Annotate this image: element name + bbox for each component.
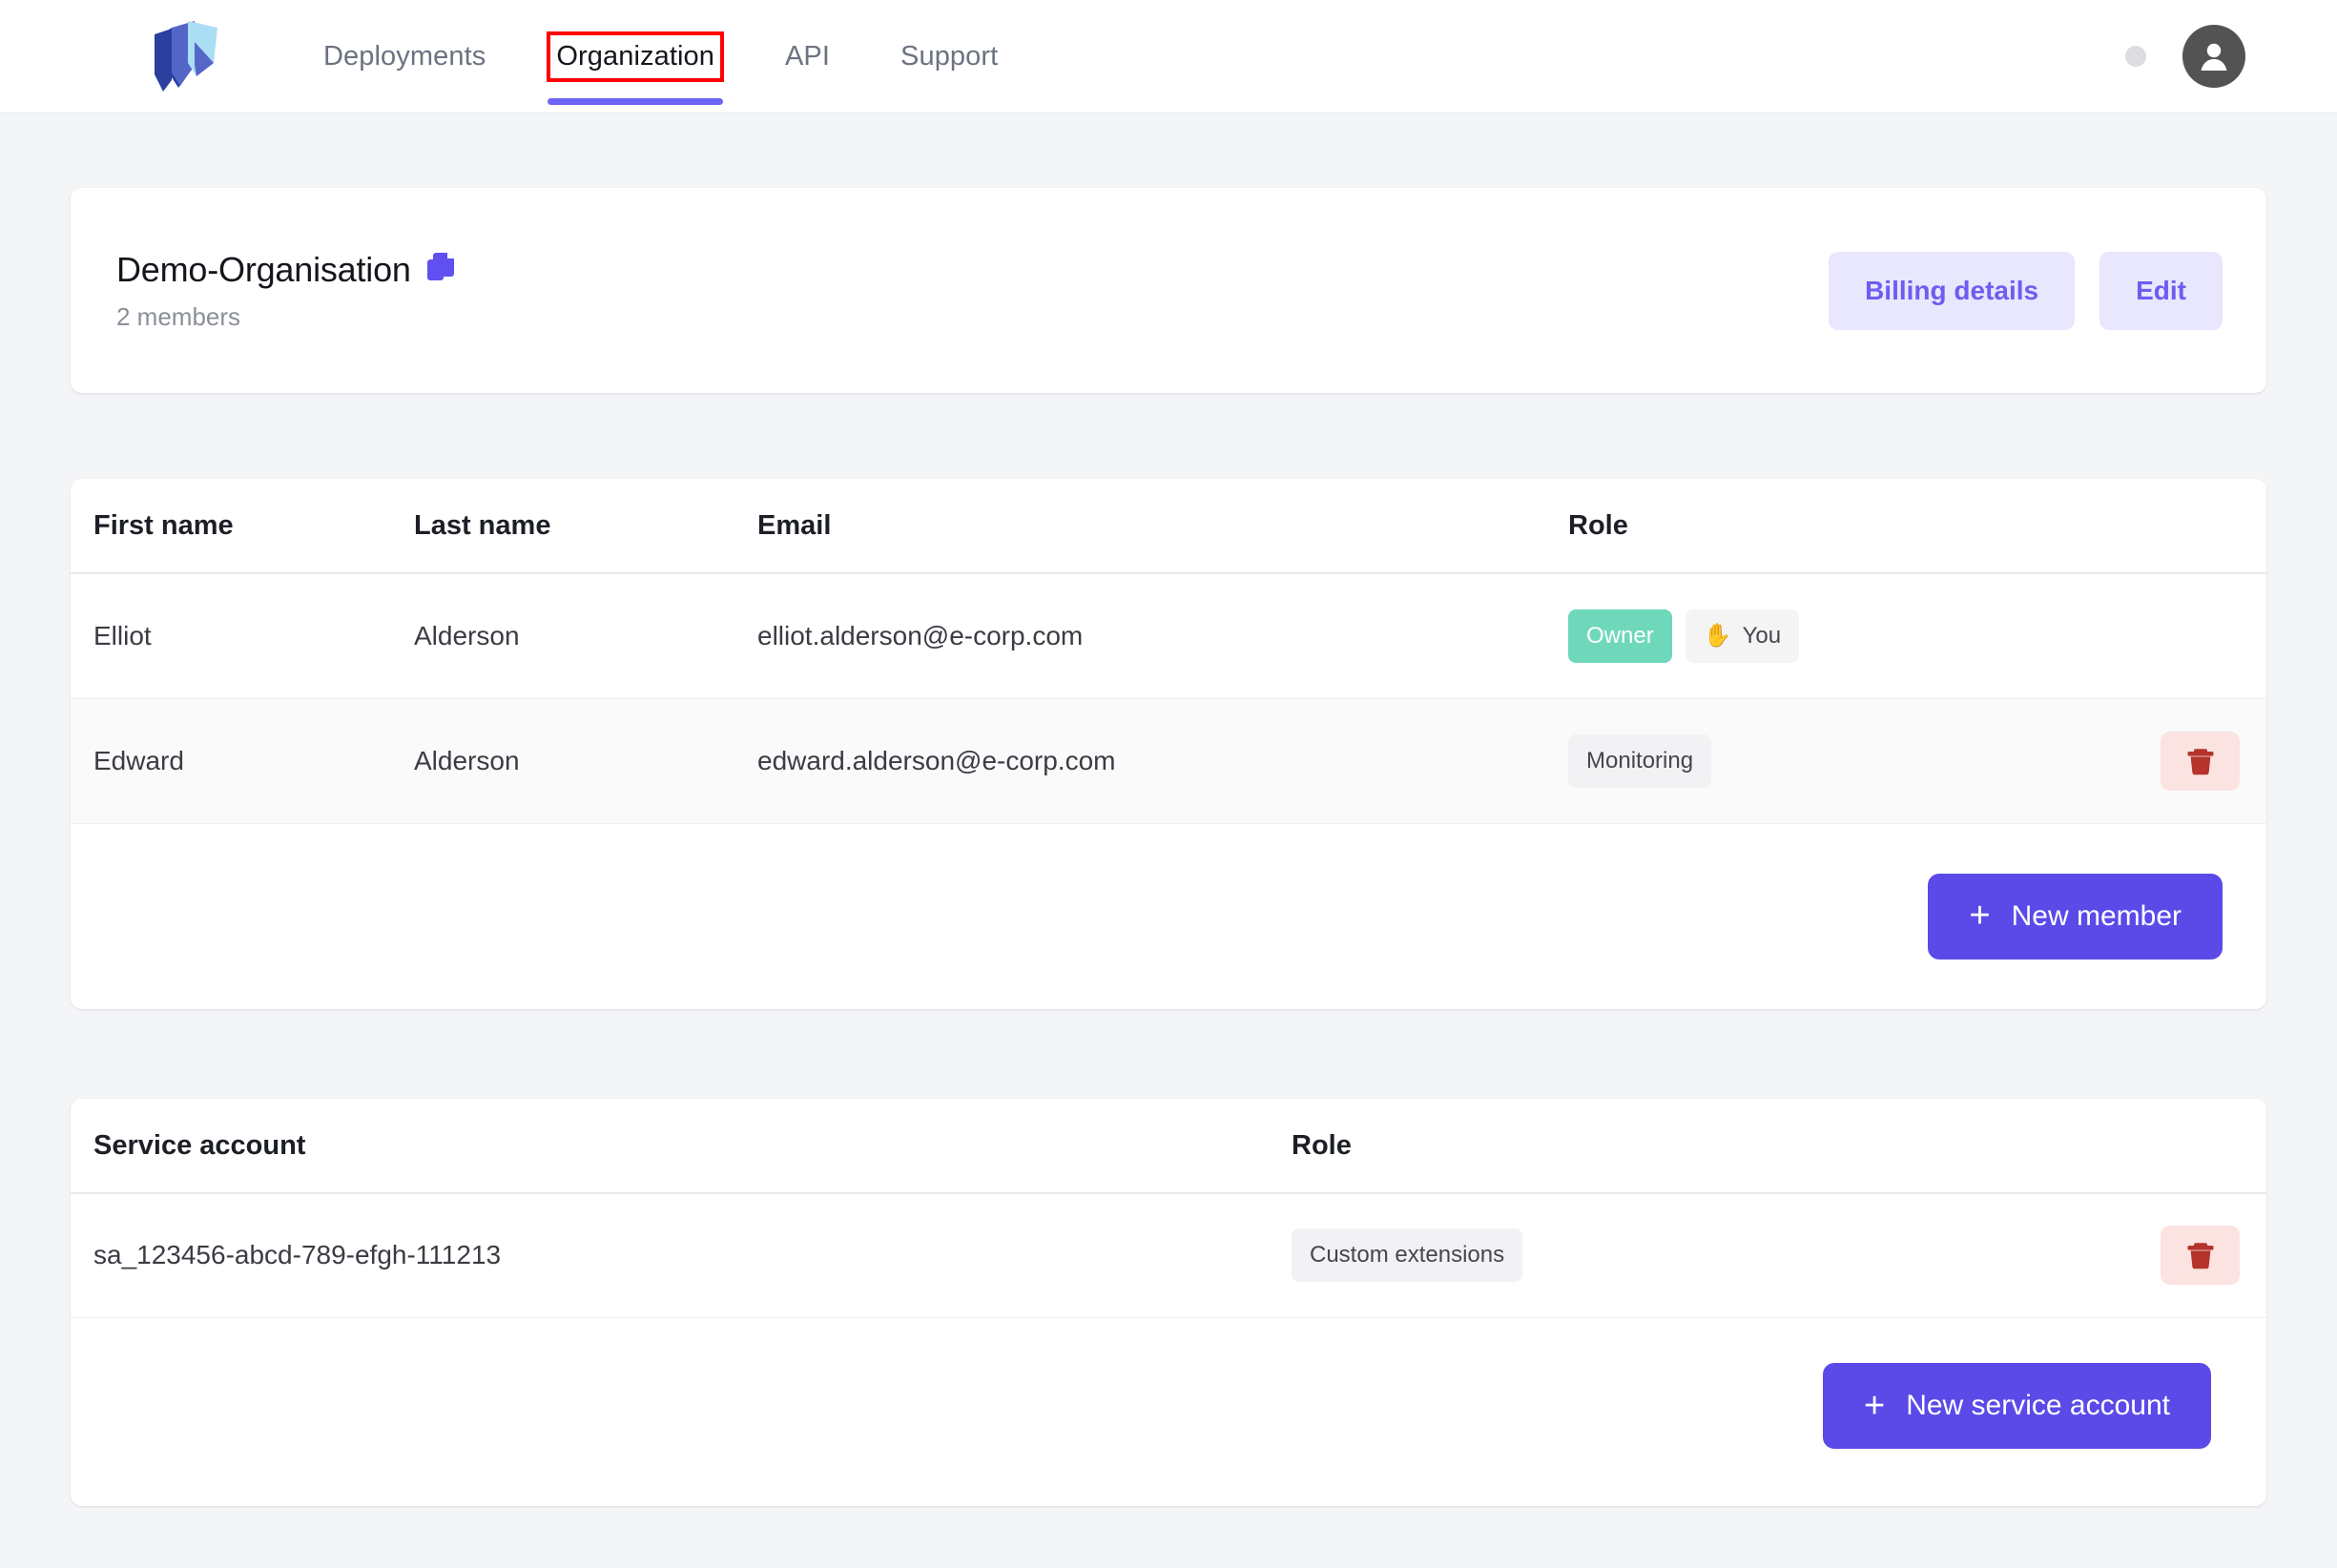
service-accounts-table-head: Service account Role	[71, 1098, 2266, 1194]
role-badges: Monitoring	[1568, 733, 2085, 788]
cell-last-name: Alderson	[414, 573, 757, 699]
column-header-last-name: Last name	[414, 479, 757, 574]
service-role-badges: Custom extensions	[1292, 1228, 2085, 1283]
cell-actions	[2085, 698, 2266, 824]
members-table-header-row: First name Last name Email Role	[71, 479, 2266, 574]
column-header-email: Email	[757, 479, 1568, 574]
edit-button[interactable]: Edit	[2099, 251, 2223, 330]
nav-active-underline	[548, 98, 723, 105]
service-accounts-footer: + New service account	[71, 1318, 2266, 1506]
trash-icon	[2187, 1243, 2213, 1269]
delete-service-account-button[interactable]	[2161, 1226, 2240, 1286]
avatar[interactable]	[2182, 25, 2245, 88]
column-header-first-name: First name	[71, 479, 414, 574]
cell-role: Monitoring	[1568, 698, 2085, 824]
new-member-button-label: New member	[2011, 899, 2182, 932]
cell-service-role: Custom extensions	[1292, 1192, 2085, 1318]
column-header-service-actions	[2085, 1098, 2266, 1194]
cell-email: edward.alderson@e-corp.com	[757, 698, 1568, 824]
nav-item-deployments[interactable]: Deployments	[288, 0, 521, 113]
plus-icon: +	[1969, 896, 1991, 937]
main-nav: Deployments Organization API Support	[288, 0, 1033, 113]
new-member-button[interactable]: + New member	[1928, 873, 2223, 959]
members-table-footer: + New member	[71, 823, 2266, 1009]
new-service-account-button[interactable]: + New service account	[1823, 1363, 2211, 1449]
column-header-actions	[2085, 479, 2266, 574]
table-row: Edward Alderson edward.alderson@e-corp.c…	[71, 698, 2266, 824]
column-header-service-role: Role	[1292, 1098, 2085, 1194]
cell-service-actions	[2085, 1192, 2266, 1318]
cell-email: elliot.alderson@e-corp.com	[757, 573, 1568, 699]
status-badge-monitoring: Monitoring	[1568, 733, 1712, 788]
service-accounts-card: Service account Role sa_123456-abcd-789-…	[71, 1098, 2266, 1506]
members-count: 2 members	[116, 301, 241, 331]
service-accounts-table-body: sa_123456-abcd-789-efgh-111213 Custom ex…	[71, 1192, 2266, 1318]
service-accounts-header-row: Service account Role	[71, 1098, 2266, 1194]
new-service-account-button-label: New service account	[1906, 1390, 2170, 1421]
organization-info: Demo-Organisation 2 members	[116, 250, 456, 332]
top-bar-right-cluster	[2125, 25, 2245, 88]
members-table-card: First name Last name Email Role Elliot A…	[71, 479, 2266, 1009]
nav-label-api: API	[784, 40, 831, 72]
organization-summary-card: Demo-Organisation 2 members Billing deta…	[71, 188, 2266, 393]
cell-service-account-id: sa_123456-abcd-789-efgh-111213	[71, 1192, 1292, 1318]
page-title: Demo-Organisation	[116, 249, 411, 289]
organization-title-row: Demo-Organisation	[116, 250, 456, 290]
cell-last-name: Alderson	[414, 698, 757, 824]
cell-first-name: Edward	[71, 698, 414, 824]
app-logo[interactable]	[141, 10, 233, 102]
role-badges: Owner ✋ You	[1568, 609, 2085, 663]
status-badge-custom-extensions: Custom extensions	[1292, 1228, 1523, 1283]
status-badge-owner: Owner	[1568, 609, 1672, 663]
cell-role: Owner ✋ You	[1568, 573, 2085, 699]
user-avatar-icon	[2201, 43, 2227, 71]
layered-shield-logo-icon	[155, 21, 217, 92]
members-table-body: Elliot Alderson elliot.alderson@e-corp.c…	[71, 573, 2266, 824]
cell-actions	[2085, 573, 2266, 699]
status-badge-you: ✋ You	[1685, 609, 1800, 663]
billing-details-button[interactable]: Billing details	[1829, 251, 2076, 330]
nav-label-support: Support	[900, 40, 999, 72]
nav-item-api[interactable]: API	[750, 0, 865, 113]
delete-member-button[interactable]	[2161, 731, 2240, 791]
service-accounts-table: Service account Role sa_123456-abcd-789-…	[71, 1098, 2266, 1318]
plus-icon: +	[1864, 1385, 1886, 1426]
column-header-service-account: Service account	[71, 1098, 1292, 1194]
members-table-head: First name Last name Email Role	[71, 479, 2266, 574]
nav-label-deployments: Deployments	[323, 40, 486, 72]
organization-actions: Billing details Edit	[1829, 251, 2223, 330]
top-navigation-bar: Deployments Organization API Support	[0, 0, 2337, 113]
hand-emoji-icon: ✋	[1703, 622, 1732, 649]
column-header-role: Role	[1568, 479, 2085, 574]
nav-item-support[interactable]: Support	[865, 0, 1033, 113]
members-table: First name Last name Email Role Elliot A…	[71, 479, 2266, 824]
nav-item-organization[interactable]: Organization	[521, 0, 750, 113]
copy-icon[interactable]	[426, 252, 456, 287]
status-dot-icon	[2125, 46, 2146, 67]
copy-icon-glyph	[426, 253, 454, 280]
cell-first-name: Elliot	[71, 573, 414, 699]
table-row: sa_123456-abcd-789-efgh-111213 Custom ex…	[71, 1192, 2266, 1318]
nav-label-organization: Organization	[547, 31, 724, 82]
table-row: Elliot Alderson elliot.alderson@e-corp.c…	[71, 573, 2266, 699]
trash-icon	[2187, 748, 2213, 774]
page-content: Demo-Organisation 2 members Billing deta…	[0, 188, 2337, 1506]
status-badge-you-label: You	[1742, 622, 1782, 649]
